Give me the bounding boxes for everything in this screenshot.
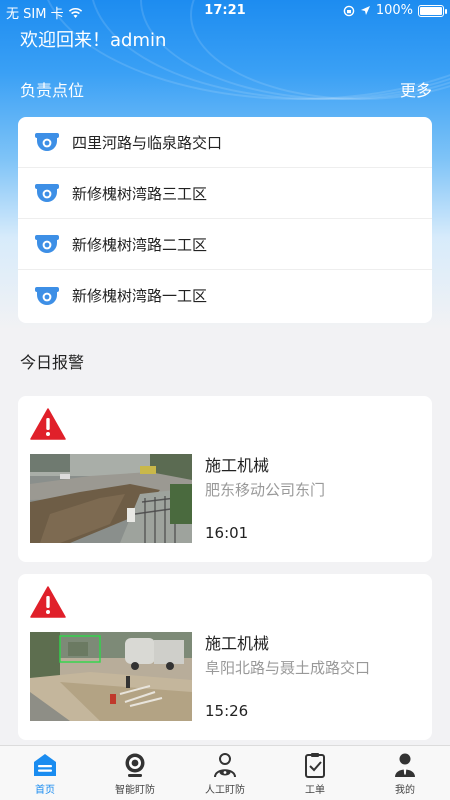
camera-icon — [35, 184, 59, 202]
tab-smart-monitor[interactable]: 智能盯防 — [90, 746, 180, 800]
location-item[interactable]: 新修槐树湾路二工区 — [18, 219, 432, 270]
rotation-lock-icon — [343, 5, 355, 16]
alarm-time: 16:01 — [205, 524, 249, 542]
tab-label: 我的 — [395, 785, 415, 796]
location-item[interactable]: 新修槐树湾路一工区 — [18, 270, 432, 321]
alarm-snapshot[interactable] — [30, 632, 192, 721]
tab-home[interactable]: 首页 — [0, 746, 90, 800]
tab-bar: 首页 智能盯防 人工盯防 工单 我的 — [0, 745, 450, 800]
location-item[interactable]: 新修槐树湾路三工区 — [18, 168, 432, 219]
location-list: 四里河路与临泉路交口 新修槐树湾路三工区 新修槐树湾路二工区 新修槐树湾路一工区 — [18, 117, 432, 323]
tab-label: 工单 — [305, 785, 325, 796]
battery-icon — [418, 4, 447, 17]
warning-icon — [30, 408, 66, 440]
alarm-snapshot[interactable] — [30, 454, 192, 543]
alarm-time: 15:26 — [205, 702, 249, 720]
tab-label: 智能盯防 — [115, 785, 155, 796]
location-arrow-icon — [360, 6, 370, 15]
tab-label: 首页 — [35, 785, 55, 796]
alarm-card[interactable]: 施工机械 阜阳北路与聂土成路交口 15:26 — [18, 574, 432, 740]
location-name: 新修槐树湾路二工区 — [72, 235, 208, 254]
location-name: 四里河路与临泉路交口 — [72, 133, 223, 152]
alarm-location: 阜阳北路与聂土成路交口 — [205, 659, 371, 677]
tab-label: 人工盯防 — [205, 785, 245, 796]
location-name: 新修槐树湾路一工区 — [72, 287, 208, 305]
alarm-type: 施工机械 — [205, 634, 270, 653]
home-icon — [34, 754, 56, 776]
camera-icon — [35, 286, 59, 305]
section-header: 负责点位 更多 — [20, 77, 432, 101]
section-title: 负责点位 — [20, 81, 85, 100]
clipboard-icon — [305, 753, 325, 778]
battery-text: 100% — [375, 3, 413, 18]
alarm-type: 施工机械 — [205, 456, 270, 475]
alarm-location: 肥东移动公司东门 — [205, 481, 326, 499]
warning-icon — [30, 586, 66, 618]
person-eye-icon — [214, 753, 236, 778]
location-item[interactable]: 四里河路与临泉路交口 — [18, 117, 432, 168]
tab-manual-monitor[interactable]: 人工盯防 — [180, 746, 270, 800]
camera-icon — [35, 235, 59, 253]
location-name: 新修槐树湾路三工区 — [72, 184, 208, 203]
alarm-card[interactable]: 施工机械 肥东移动公司东门 16:01 — [18, 396, 432, 562]
camera-icon — [125, 753, 145, 777]
alarms-title: 今日报警 — [20, 353, 85, 372]
tab-profile[interactable]: 我的 — [360, 746, 450, 800]
status-bar: 无 SIM 卡 17:21 100% — [0, 0, 450, 24]
welcome-text: 欢迎回来！admin — [20, 30, 167, 51]
user-icon — [395, 753, 415, 777]
more-link[interactable]: 更多 — [400, 77, 432, 101]
camera-icon — [35, 133, 59, 151]
tab-work-order[interactable]: 工单 — [270, 746, 360, 800]
